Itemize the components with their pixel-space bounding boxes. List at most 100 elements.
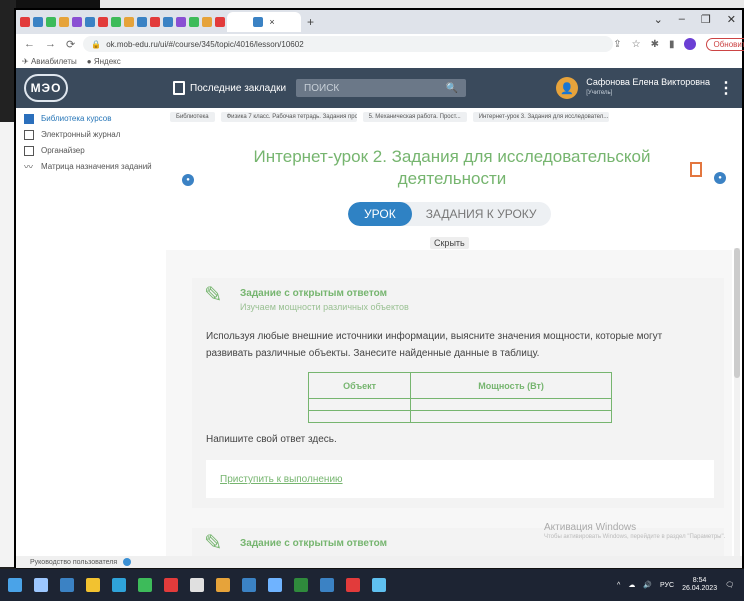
sidepanel-icon[interactable]: ▮ <box>669 39 675 50</box>
clock[interactable]: 8:54 26.04.2023 <box>682 577 717 593</box>
user-profile[interactable]: 👤 Сафонова Елена Викторовна [Учитель] ⋮ <box>556 77 734 99</box>
taskbar-app-icon[interactable] <box>216 578 230 592</box>
taskbar-app-icon[interactable] <box>34 578 48 592</box>
minimize-icon[interactable]: – <box>679 13 685 26</box>
recent-bookmarks-link[interactable]: Последние закладки <box>173 81 286 95</box>
meo-logo[interactable]: МЭО <box>24 74 68 102</box>
user-avatar-icon: 👤 <box>556 77 579 99</box>
taskbar-app-icon[interactable] <box>242 578 256 592</box>
tab-icons <box>20 17 225 27</box>
url-bar[interactable]: 🔒 ok.mob-edu.ru/ui/#/course/345/topic/40… <box>83 36 614 52</box>
task-type: Задание с открытым ответом <box>240 288 387 299</box>
info-icon[interactable]: ● <box>182 174 194 186</box>
taskbar-app-icon[interactable] <box>112 578 126 592</box>
new-tab-icon[interactable]: + <box>307 15 314 29</box>
browser-tab-favicon-icon[interactable] <box>163 17 173 27</box>
chevron-down-icon[interactable]: ⌄ <box>654 13 663 26</box>
more-menu-icon[interactable]: ⋮ <box>718 78 734 98</box>
books-icon <box>24 114 34 124</box>
browser-tab-favicon-icon[interactable] <box>189 17 199 27</box>
pencil-icon: ✎ <box>204 282 223 307</box>
browser-tab-favicon-icon[interactable] <box>59 17 69 27</box>
star-icon[interactable]: ☆ <box>632 39 641 50</box>
bookmark-item[interactable]: ● Яндекс <box>87 57 121 66</box>
search-icon[interactable]: 🔍 <box>446 83 458 94</box>
search-input[interactable]: ПОИСК 🔍 <box>296 79 467 97</box>
info-right-icon[interactable]: ● <box>714 172 726 184</box>
sidebar-item-journal[interactable]: Электронный журнал <box>16 130 162 140</box>
browser-tab-favicon-icon[interactable] <box>202 17 212 27</box>
taskbar-app-icon[interactable] <box>268 578 282 592</box>
browser-window: × + ⌄ – ❐ ✕ ← → ⟳ 🔒 ok.mob-edu.ru/ui/#/c… <box>14 8 744 568</box>
start-menu-icon[interactable] <box>8 578 22 592</box>
background-window <box>0 122 14 567</box>
extensions-icon[interactable]: ✱ <box>651 39 659 50</box>
user-name: Сафонова Елена Викторовна <box>586 77 710 87</box>
browser-tab-favicon-icon[interactable] <box>215 17 225 27</box>
back-icon[interactable]: ← <box>24 38 35 51</box>
tab-tasks[interactable]: ЗАДАНИЯ К УРОКУ <box>412 202 551 226</box>
lesson-tabs: УРОК ЗАДАНИЯ К УРОКУ <box>348 202 551 226</box>
tab-lesson[interactable]: УРОК <box>348 202 412 226</box>
breadcrumb-item[interactable]: Библиотека <box>170 112 215 122</box>
sidebar-item-library[interactable]: Библиотека курсов <box>16 114 162 124</box>
user-guide-link[interactable]: Руководство пользователя <box>16 556 742 568</box>
table-row <box>307 410 612 423</box>
browser-tab-favicon-icon[interactable] <box>137 17 147 27</box>
chevron-up-icon[interactable]: ^ <box>617 582 620 589</box>
site-header: МЭО Последние закладки ПОИСК 🔍 👤 Сафонов… <box>16 68 742 108</box>
language-indicator[interactable]: РУС <box>660 582 674 589</box>
browser-tab-favicon-icon[interactable] <box>85 17 95 27</box>
bookmark-item[interactable]: ✈ Авиабилеты <box>22 57 77 66</box>
share-icon[interactable]: ⇪ <box>613 39 621 50</box>
forward-icon[interactable]: → <box>45 38 56 51</box>
volume-icon[interactable]: 🔊 <box>643 581 652 589</box>
sidebar-item-organizer[interactable]: Органайзер <box>16 146 162 156</box>
close-icon[interactable]: ✕ <box>727 13 736 26</box>
browser-tab-favicon-icon[interactable] <box>33 17 43 27</box>
network-icon[interactable]: ☁ <box>628 581 635 589</box>
user-role: [Учитель] <box>586 90 613 96</box>
guide-label: Руководство пользователя <box>30 558 118 566</box>
bookmarks-bar: ✈ Авиабилеты ● Яндекс <box>16 54 742 68</box>
active-tab[interactable]: × <box>227 12 301 32</box>
sidebar-item-label: Библиотека курсов <box>41 114 112 123</box>
close-tab-icon[interactable]: × <box>269 17 274 27</box>
taskbar-app-icon[interactable] <box>320 578 334 592</box>
window-controls: ⌄ – ❐ ✕ <box>654 13 736 26</box>
hide-button[interactable]: Скрыть <box>430 237 469 249</box>
browser-tab-favicon-icon[interactable] <box>111 17 121 27</box>
breadcrumb-item[interactable]: 5. Механическая работа. Прост... <box>362 112 467 122</box>
taskbar-app-icon[interactable] <box>60 578 74 592</box>
browser-tab-favicon-icon[interactable] <box>72 17 82 27</box>
notifications-icon[interactable]: 🗨 <box>725 581 734 589</box>
taskbar-app-icon[interactable] <box>86 578 100 592</box>
scrollbar-thumb[interactable] <box>734 248 740 378</box>
taskbar-app-icon[interactable] <box>138 578 152 592</box>
journal-icon <box>24 130 34 140</box>
breadcrumb-item[interactable]: Физика 7 класс. Рабочая тетрадь. Задания… <box>220 112 357 122</box>
taskbar-app-icon[interactable] <box>190 578 204 592</box>
browser-tab-favicon-icon[interactable] <box>20 17 30 27</box>
pencil-icon: ✎ <box>204 530 223 555</box>
update-button[interactable]: Обновить <box>706 37 744 51</box>
browser-tab-favicon-icon[interactable] <box>176 17 186 27</box>
breadcrumb-item[interactable]: Интернет-урок 3. Задания для исследовате… <box>472 112 609 122</box>
browser-tab-favicon-icon[interactable] <box>98 17 108 27</box>
browser-tab-favicon-icon[interactable] <box>150 17 160 27</box>
taskbar-app-icon[interactable] <box>164 578 178 592</box>
bookmark-lesson-icon[interactable] <box>690 162 702 177</box>
search-placeholder: ПОИСК <box>304 82 340 94</box>
browser-tab-favicon-icon[interactable] <box>46 17 56 27</box>
restore-icon[interactable]: ❐ <box>701 13 711 26</box>
reload-icon[interactable]: ⟳ <box>66 38 75 51</box>
taskbar-app-icon[interactable] <box>372 578 386 592</box>
browser-tab-favicon-icon[interactable] <box>124 17 134 27</box>
start-task-link[interactable]: Приступить к выполнению <box>220 474 343 485</box>
sidebar-item-matrix[interactable]: 〰 Матрица назначения заданий <box>16 162 162 172</box>
taskbar-app-icon[interactable] <box>346 578 360 592</box>
system-tray: ^ ☁ 🔊 РУС 8:54 26.04.2023 🗨 <box>617 577 734 593</box>
profile-avatar[interactable] <box>684 38 697 50</box>
taskbar-app-icon[interactable] <box>294 578 308 592</box>
recent-bookmarks-label: Последние закладки <box>190 82 287 94</box>
